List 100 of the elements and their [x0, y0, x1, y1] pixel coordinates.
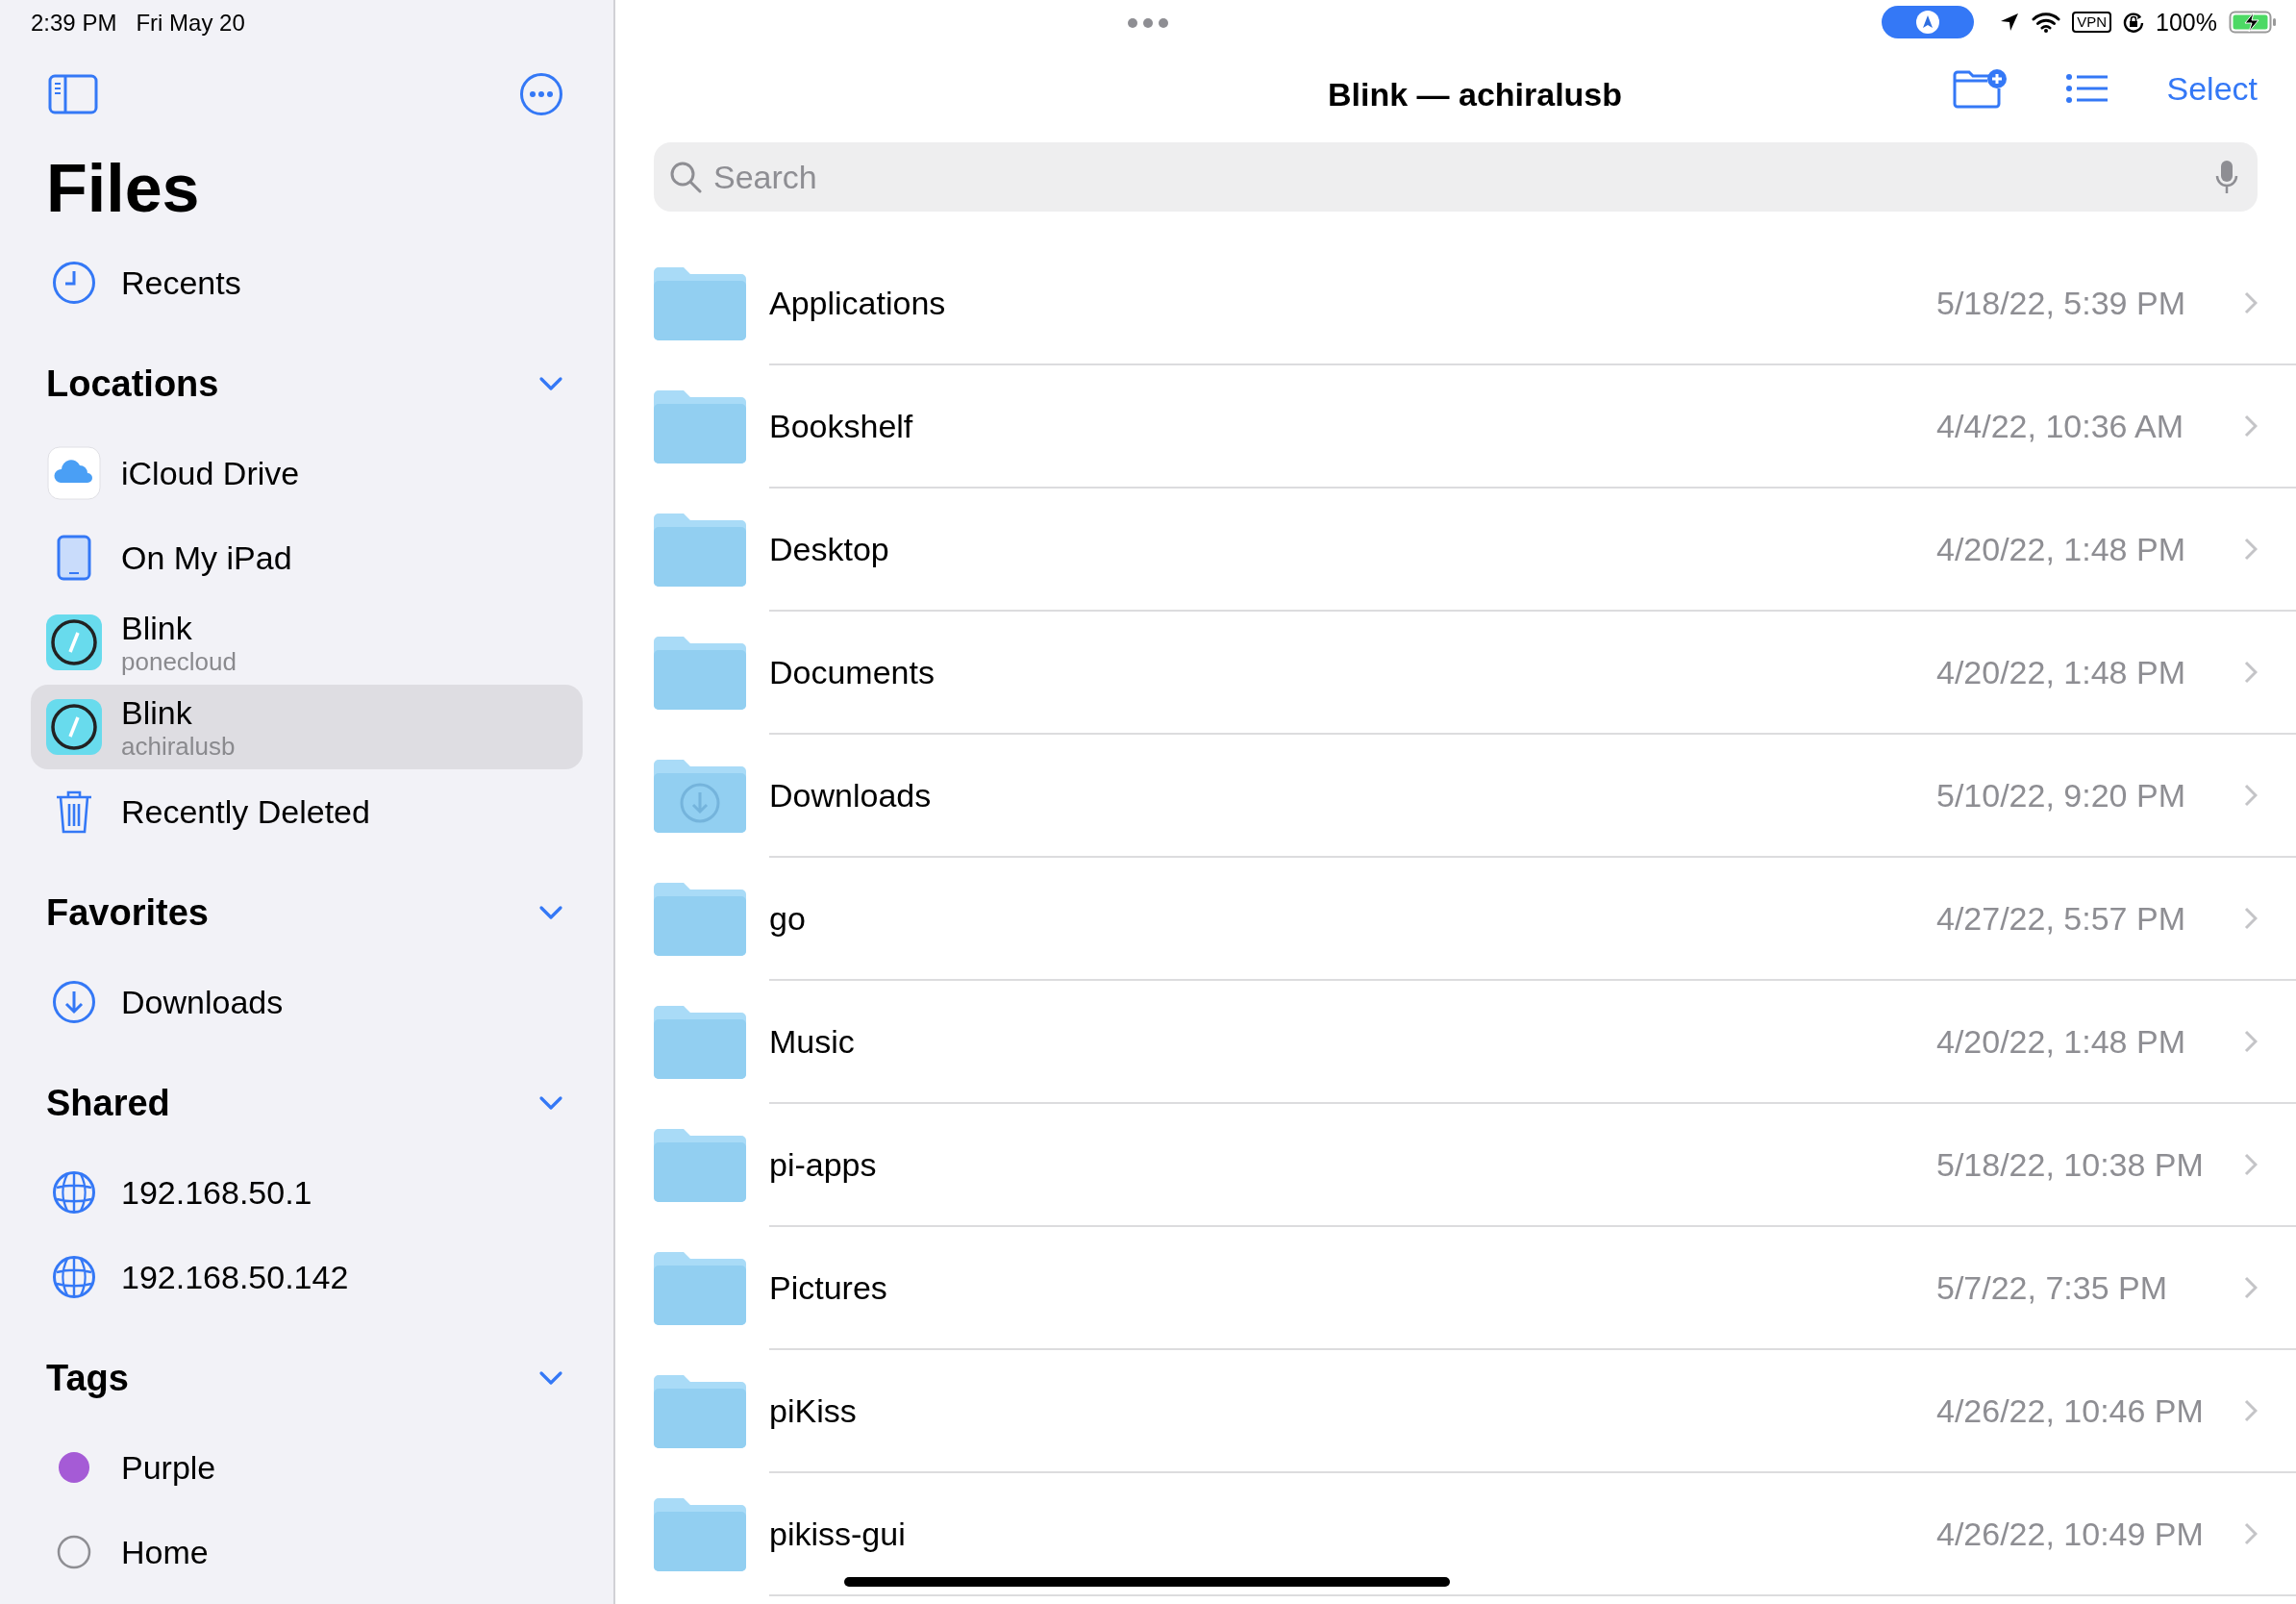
folder-date: 4/27/22, 5:57 PM: [1936, 899, 2186, 938]
folder-row[interactable]: Pictures 5/7/22, 7:35 PM: [654, 1227, 2296, 1350]
section-header: Favorites: [46, 891, 209, 934]
folder-icon: [654, 1252, 746, 1325]
folder-name: Downloads: [769, 776, 933, 815]
sidebar-item[interactable]: iCloud Drive: [31, 431, 583, 515]
tag-dot: [58, 1451, 90, 1484]
chevron-right-icon: [2244, 538, 2258, 561]
folder-icon: [654, 1498, 746, 1571]
app-icon: [46, 699, 102, 755]
list-view-icon[interactable]: [2064, 73, 2109, 104]
chevron-icon[interactable]: [538, 1370, 563, 1386]
chevron-right-icon: [2244, 1030, 2258, 1053]
folder-name: go: [769, 899, 807, 938]
rotation-lock-icon: [2123, 12, 2145, 33]
folder-row[interactable]: Desktop 4/20/22, 1:48 PM: [654, 489, 2296, 612]
folder-row[interactable]: Music 4/20/22, 1:48 PM: [654, 981, 2296, 1104]
folder-icon: [654, 637, 746, 710]
folder-name: Documents: [769, 653, 936, 691]
wifi-icon: [2032, 12, 2061, 33]
clock-icon: [52, 261, 96, 305]
folder-date: 5/18/22, 5:39 PM: [1936, 284, 2186, 322]
sidebar-toggle-icon[interactable]: [48, 74, 98, 114]
folder-row[interactable]: Downloads 5/10/22, 9:20 PM: [654, 735, 2296, 858]
chevron-right-icon: [2244, 291, 2258, 314]
chevron-right-icon: [2244, 1276, 2258, 1299]
section-header: Shared: [46, 1082, 170, 1124]
folder-row[interactable]: go 4/27/22, 5:57 PM: [654, 858, 2296, 981]
section-header: Locations: [46, 363, 219, 405]
folder-date: 5/7/22, 7:35 PM: [1936, 1268, 2169, 1307]
folder-row[interactable]: Documents 4/20/22, 1:48 PM: [654, 612, 2296, 735]
folder-icon: [654, 390, 746, 464]
chevron-right-icon: [2244, 1522, 2258, 1545]
vpn-indicator: VPN: [2072, 12, 2112, 33]
sidebar-item[interactable]: Blink ponecloud: [31, 600, 583, 685]
status-time: 2:39 PM: [31, 10, 117, 37]
folder-name: pikiss-gui: [769, 1515, 907, 1553]
cloud-icon: [47, 446, 101, 500]
folder-date: 4/20/22, 1:48 PM: [1936, 530, 2186, 568]
new-folder-icon[interactable]: [1951, 67, 2008, 110]
microphone-icon[interactable]: [2215, 159, 2238, 195]
select-button[interactable]: Select: [2166, 69, 2258, 108]
battery-percent: 100%: [2156, 8, 2217, 37]
chevron-right-icon: [2244, 1399, 2258, 1422]
location-arrow-icon: [1999, 12, 2021, 33]
navigation-icon: [1916, 11, 1940, 34]
folder-icon: [654, 1006, 746, 1079]
globe-icon: [52, 1170, 96, 1215]
folder-date: 4/20/22, 1:48 PM: [1936, 1022, 2186, 1061]
folder-icon: [654, 1129, 746, 1202]
folder-date: 5/18/22, 10:38 PM: [1936, 1145, 2205, 1184]
download-icon: [52, 980, 96, 1024]
folder-name: Applications: [769, 284, 947, 322]
folder-name: pi-apps: [769, 1145, 878, 1184]
folder-icon: [654, 514, 746, 587]
sidebar-item[interactable]: Blink achiralusb: [31, 685, 583, 769]
globe-icon: [52, 1255, 96, 1299]
search-field[interactable]: Search: [654, 142, 2258, 212]
folder-row[interactable]: Applications 5/18/22, 5:39 PM: [654, 242, 2296, 365]
chevron-icon[interactable]: [538, 905, 563, 920]
folder-name: Desktop: [769, 530, 890, 568]
sidebar-item[interactable]: 192.168.50.142: [31, 1235, 583, 1319]
folder-icon: [654, 883, 746, 956]
chevron-icon[interactable]: [538, 1095, 563, 1111]
folder-date: 4/26/22, 10:49 PM: [1936, 1515, 2205, 1553]
sidebar-item[interactable]: Purple: [31, 1425, 583, 1510]
sidebar-item[interactable]: Downloads: [31, 960, 583, 1044]
folder-icon: [654, 760, 746, 833]
status-date: Fri May 20: [136, 10, 245, 37]
tag-dot: [57, 1535, 91, 1569]
folder-name: piKiss: [769, 1391, 858, 1430]
chevron-right-icon: [2244, 1153, 2258, 1176]
chevron-right-icon: [2244, 784, 2258, 807]
chevron-icon[interactable]: [538, 376, 563, 391]
more-icon[interactable]: [519, 72, 563, 116]
folder-icon: [654, 267, 746, 340]
sidebar-item[interactable]: Home: [31, 1510, 583, 1594]
multitasking-icon[interactable]: [1127, 17, 1169, 29]
sidebar-item[interactable]: 192.168.50.1: [31, 1150, 583, 1235]
sidebar-item[interactable]: Recents: [31, 240, 583, 325]
folder-icon: [654, 1375, 746, 1448]
sidebar-item[interactable]: Recently Deleted: [31, 769, 583, 854]
folder-row[interactable]: pi-apps 5/18/22, 10:38 PM: [654, 1104, 2296, 1227]
tablet-icon: [57, 535, 91, 581]
folder-name: Bookshelf: [769, 407, 914, 445]
sidebar-title: Files: [45, 150, 201, 228]
folder-name: Music: [769, 1022, 856, 1061]
chevron-right-icon: [2244, 907, 2258, 930]
window-title: Blink — achiralusb: [1327, 75, 1623, 113]
folder-row[interactable]: Bookshelf 4/4/22, 10:36 AM: [654, 365, 2296, 489]
folder-date: 4/20/22, 1:48 PM: [1936, 653, 2186, 691]
chevron-right-icon: [2244, 661, 2258, 684]
chevron-right-icon: [2244, 414, 2258, 438]
search-icon: [669, 161, 702, 193]
sidebar-item[interactable]: On My iPad: [31, 515, 583, 600]
folder-name: Pictures: [769, 1268, 888, 1307]
section-header: Tags: [46, 1357, 129, 1399]
trash-icon: [55, 789, 93, 835]
folder-row[interactable]: piKiss 4/26/22, 10:46 PM: [654, 1350, 2296, 1473]
folder-date: 5/10/22, 9:20 PM: [1936, 776, 2186, 815]
